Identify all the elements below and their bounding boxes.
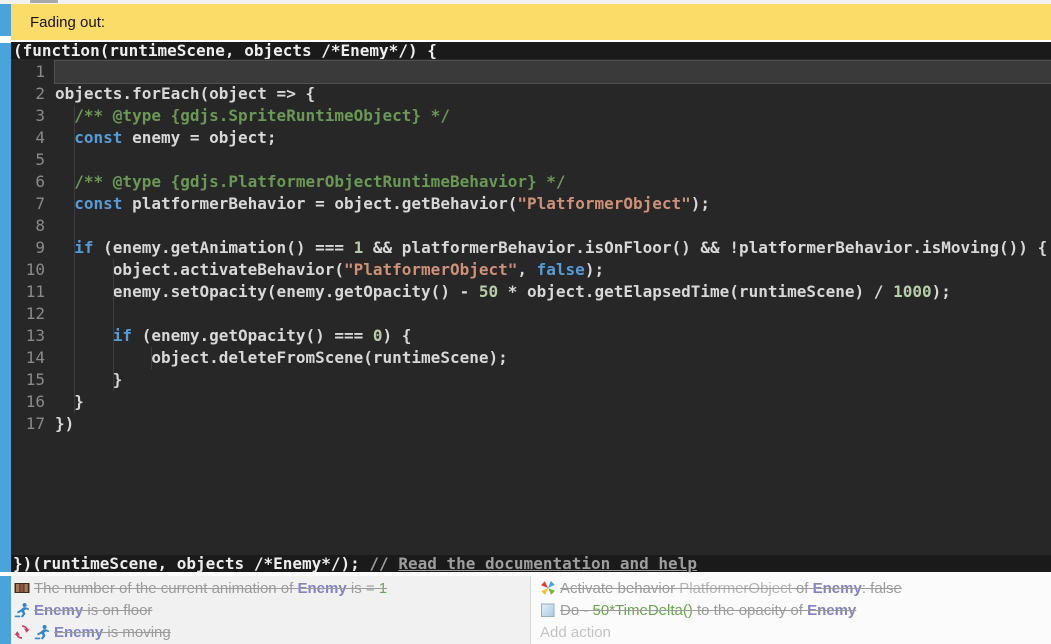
event-text: Enemy is moving — [54, 624, 171, 641]
footer-code-text: })(runtimeScene, objects /*Enemy*/); — [13, 554, 369, 573]
code-line-text — [55, 215, 1051, 237]
disabled-event: The number of the current animation of E… — [11, 576, 1051, 644]
condition-row[interactable]: Enemy is on floor — [14, 599, 530, 621]
code-line-text: object.deleteFromScene(runtimeScene); — [55, 347, 1051, 369]
code-line[interactable]: 11 enemy.setOpacity(enemy.getOpacity() -… — [11, 281, 1051, 303]
action-row[interactable]: Do - 50*TimeDelta() to the opacity of En… — [540, 599, 1051, 621]
code-line-text: } — [55, 391, 1051, 413]
line-number: 10 — [11, 259, 45, 281]
line-number: 12 — [11, 303, 45, 325]
code-line[interactable]: 5 — [11, 149, 1051, 171]
event-text: The number of the current animation of E… — [34, 580, 387, 597]
platformer-icon — [34, 624, 50, 640]
animation-icon — [14, 580, 30, 596]
code-line[interactable]: 12 — [11, 303, 1051, 325]
js-code-editor[interactable]: 12objects.forEach(object => {3 /** @type… — [11, 59, 1051, 555]
code-line-text: const enemy = object; — [55, 127, 1051, 149]
line-number: 17 — [11, 413, 45, 435]
comment-event[interactable]: Fading out: — [11, 4, 1051, 40]
code-line[interactable]: 1 — [11, 61, 1051, 83]
js-code-event: (function(runtimeScene, objects /*Enemy*… — [11, 42, 1051, 572]
code-line[interactable]: 2 objects.forEach(object => { — [11, 83, 1051, 105]
code-line[interactable]: 9 if (enemy.getAnimation() === 1 && plat… — [11, 237, 1051, 259]
event-selection-bar — [0, 576, 11, 644]
line-number: 2 — [11, 83, 45, 105]
code-line-text: objects.forEach(object => { — [55, 83, 1051, 105]
code-line[interactable]: 14 object.deleteFromScene(runtimeScene); — [11, 347, 1051, 369]
line-number: 5 — [11, 149, 45, 171]
behavior-icon — [540, 580, 556, 596]
documentation-link[interactable]: Read the documentation and help — [398, 554, 697, 573]
code-line[interactable]: 8 — [11, 215, 1051, 237]
event-conditions-panel: The number of the current animation of E… — [11, 576, 530, 644]
line-number: 14 — [11, 347, 45, 369]
top-divider-notch — [30, 0, 58, 3]
line-number: 3 — [11, 105, 45, 127]
code-line[interactable]: 3 /** @type {gdjs.SpriteRuntimeObject} *… — [11, 105, 1051, 127]
event-text: Do - 50*TimeDelta() to the opacity of En… — [560, 602, 856, 619]
code-line-text: /** @type {gdjs.SpriteRuntimeObject} */ — [55, 105, 1051, 127]
line-number: 7 — [11, 193, 45, 215]
code-line[interactable]: 6 /** @type {gdjs.PlatformerObjectRuntim… — [11, 171, 1051, 193]
code-line-text: } — [55, 369, 1051, 391]
condition-row[interactable]: Enemy is moving — [14, 621, 530, 643]
comment-text: Fading out: — [30, 14, 105, 31]
line-number: 11 — [11, 281, 45, 303]
code-line-text: }) — [55, 413, 1051, 435]
code-line-text — [55, 149, 1051, 171]
line-number: 16 — [11, 391, 45, 413]
code-line[interactable]: 13 if (enemy.getOpacity() === 0) { — [11, 325, 1051, 347]
code-header-line: (function(runtimeScene, objects /*Enemy*… — [11, 42, 1051, 59]
line-number: 13 — [11, 325, 45, 347]
active-code-line-text — [55, 61, 1051, 83]
code-line[interactable]: 10 object.activateBehavior("PlatformerOb… — [11, 259, 1051, 281]
line-number: 9 — [11, 237, 45, 259]
indent-guide — [74, 105, 75, 413]
code-footer-line: })(runtimeScene, objects /*Enemy*/); // … — [11, 555, 1051, 572]
code-line-text: object.activateBehavior("PlatformerObjec… — [55, 259, 1051, 281]
code-line[interactable]: 4 const enemy = object; — [11, 127, 1051, 149]
code-line-text — [55, 303, 1051, 325]
code-line-text: if (enemy.getOpacity() === 0) { — [55, 325, 1051, 347]
code-line[interactable]: 15 } — [11, 369, 1051, 391]
line-number: 4 — [11, 127, 45, 149]
indent-guide — [151, 347, 152, 369]
code-line[interactable]: 17}) — [11, 413, 1051, 435]
event-text: Activate behavior PlatformerObject of En… — [560, 580, 902, 597]
line-number: 8 — [11, 215, 45, 237]
event-selection-bar — [0, 4, 11, 36]
code-line[interactable]: 7 const platformerBehavior = object.getB… — [11, 193, 1051, 215]
event-actions-panel: Activate behavior PlatformerObject of En… — [530, 576, 1051, 644]
code-line[interactable]: 16 } — [11, 391, 1051, 413]
event-text: Enemy is on floor — [34, 602, 152, 619]
invert-icon — [14, 624, 30, 640]
code-line-text: enemy.setOpacity(enemy.getOpacity() - 50… — [55, 281, 1051, 303]
line-number: 1 — [11, 61, 45, 83]
opacity-icon — [540, 602, 556, 618]
action-row[interactable]: Activate behavior PlatformerObject of En… — [540, 577, 1051, 599]
code-line-text: /** @type {gdjs.PlatformerObjectRuntimeB… — [55, 171, 1051, 193]
condition-row[interactable]: The number of the current animation of E… — [14, 577, 530, 599]
event-sheet: Fading out: (function(runtimeScene, obje… — [0, 0, 1051, 644]
add-action-button[interactable]: Add action — [540, 621, 1051, 643]
event-selection-bar — [0, 43, 11, 572]
platformer-icon — [14, 602, 30, 618]
line-number: 6 — [11, 171, 45, 193]
code-line-text: const platformerBehavior = object.getBeh… — [55, 193, 1051, 215]
footer-comment-slashes: // — [369, 554, 398, 573]
code-line-text: if (enemy.getAnimation() === 1 && platfo… — [55, 237, 1051, 259]
line-number: 15 — [11, 369, 45, 391]
indent-guide — [113, 259, 114, 391]
